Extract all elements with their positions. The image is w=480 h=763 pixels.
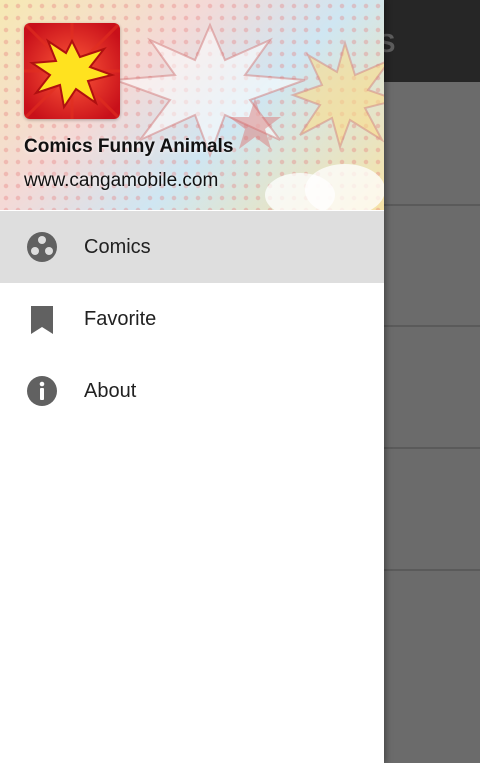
list-divider [384,325,480,327]
comic-burst-decoration [290,40,384,150]
menu-item-favorite[interactable]: Favorite [0,283,384,355]
drawer-header: Comics Funny Animals www.cangamobile.com [0,0,384,210]
cloud-decoration [265,164,384,210]
list-divider [384,204,480,206]
list-divider [384,447,480,449]
list-divider [384,569,480,571]
menu-item-label: Comics [84,236,151,258]
info-icon [27,376,57,406]
menu-item-about[interactable]: About [0,355,384,427]
star-decoration [229,98,281,149]
app-title: Comics Funny Animals [24,136,234,157]
menu-item-label: Favorite [84,308,157,330]
comics-icon [27,232,57,262]
menu-item-comics[interactable]: Comics [0,211,384,283]
navigation-drawer: Comics Funny Animals www.cangamobile.com… [0,0,384,763]
app-website: www.cangamobile.com [24,170,219,191]
menu-item-label: About [84,380,137,402]
bookmark-icon [31,306,53,334]
app-logo [24,23,120,119]
